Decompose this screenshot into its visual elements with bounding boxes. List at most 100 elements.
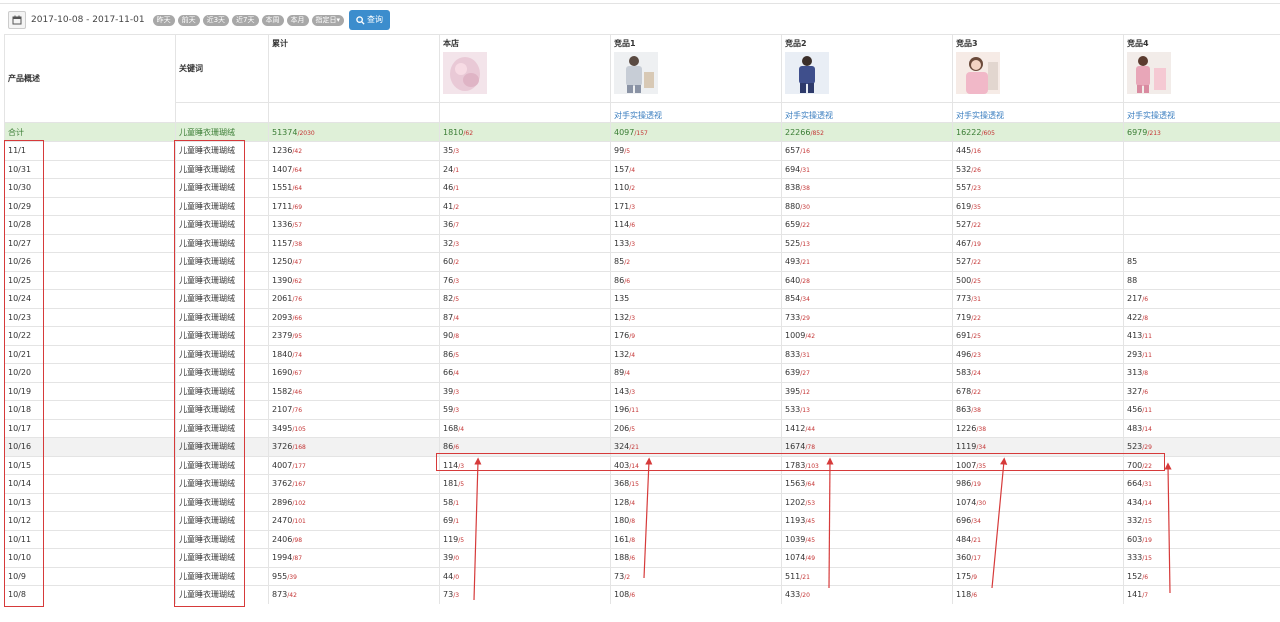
cell-subvalue: /87 bbox=[292, 555, 303, 563]
cell-value: 1202 bbox=[785, 497, 806, 507]
competitor-2-analysis-link[interactable]: 对手实操透视 bbox=[785, 111, 833, 120]
cell-value: 1711 bbox=[272, 201, 293, 211]
cell-subvalue: /21 bbox=[800, 259, 810, 267]
cell-value: 87 bbox=[443, 312, 454, 322]
cell-value: 135 bbox=[614, 294, 630, 304]
cell-subvalue: /6 bbox=[971, 592, 978, 600]
table-row: 10/24 儿童睡衣珊瑚绒 2061/76 82/5 135 854/34 773/31 21… bbox=[4, 289, 1280, 308]
cell-value: 85 bbox=[1127, 257, 1138, 267]
cell-value: 114 bbox=[614, 220, 630, 230]
row-cell: 87/4 bbox=[439, 307, 611, 327]
row-cell: 1119/34 bbox=[952, 437, 1124, 456]
cell-value: 1783 bbox=[785, 460, 806, 470]
row-cell: 110/2 bbox=[610, 178, 782, 197]
competitor-4-thumbnail[interactable] bbox=[1127, 52, 1171, 94]
row-cell: 2107/76 bbox=[268, 400, 440, 419]
row-cell: 1390/62 bbox=[268, 270, 440, 290]
quick-button-this-week[interactable]: 本周 bbox=[261, 14, 284, 26]
cell-value: 82 bbox=[443, 294, 454, 304]
cell-value: 73 bbox=[614, 571, 625, 581]
cell-value: 119 bbox=[443, 534, 459, 544]
quick-button-yesterday[interactable]: 昨天 bbox=[152, 14, 175, 26]
cell-subvalue: /8 bbox=[629, 536, 636, 544]
cell-value: 1007 bbox=[956, 460, 977, 470]
cell-subvalue: /1 bbox=[453, 185, 460, 193]
cell-subvalue: /4 bbox=[453, 370, 460, 378]
table-row: 11/1 儿童睡衣珊瑚绒 1236/42 35/3 99/5 657/16 445/16 bbox=[4, 141, 1280, 160]
cell-subvalue: /26 bbox=[971, 166, 981, 174]
cell-value: 132 bbox=[614, 312, 630, 322]
competitor-4-analysis-link[interactable]: 对手实操透视 bbox=[1127, 111, 1175, 120]
cell-subvalue: /7 bbox=[453, 222, 460, 230]
cell-subvalue: /38 bbox=[800, 185, 810, 193]
row-date: 11/1 bbox=[4, 141, 176, 160]
row-cell: 4007/177 bbox=[268, 455, 440, 475]
row-cell: 1236/42 bbox=[268, 141, 440, 160]
cell-value: 484 bbox=[956, 534, 972, 544]
cell-subvalue: /19 bbox=[1142, 536, 1152, 544]
table-body: 产品概述 关键词 累计 本店 竞品1 竞品2 竞品3 竞品4 对手实操透视 对手… bbox=[4, 34, 1280, 604]
row-cell: 99/5 bbox=[610, 141, 782, 160]
cell-subvalue: /6 bbox=[1142, 388, 1149, 396]
competitor-3-analysis-link[interactable]: 对手实操透视 bbox=[956, 111, 1004, 120]
cell-value: 86 bbox=[443, 349, 454, 359]
row-cell: 132/3 bbox=[610, 307, 782, 327]
cell-subvalue: /3 bbox=[453, 240, 460, 248]
cell-subvalue: /16 bbox=[800, 148, 810, 156]
cell-subvalue: /0 bbox=[453, 573, 460, 581]
quick-button-7-days[interactable]: 近7天 bbox=[232, 14, 259, 26]
row-cell: 69/1 bbox=[439, 511, 611, 530]
cell-subvalue: /15 bbox=[1142, 555, 1152, 563]
row-cell: 986/19 bbox=[952, 474, 1124, 493]
row-cell: 496/23 bbox=[952, 344, 1124, 364]
row-cell: 3762/167 bbox=[268, 474, 440, 493]
cell-value: 143 bbox=[614, 386, 630, 396]
cell-value: 69 bbox=[443, 516, 454, 526]
row-cell: 1074/49 bbox=[781, 548, 953, 567]
date-range-input[interactable]: 2017-10-08 - 2017-11-01 bbox=[31, 15, 145, 25]
quick-button-custom-date[interactable]: 指定日▾ bbox=[311, 14, 345, 26]
cell-value: 639 bbox=[785, 368, 801, 378]
cell-subvalue: /0 bbox=[453, 555, 460, 563]
cell-value: 293 bbox=[1127, 349, 1143, 359]
competitor-3-thumbnail[interactable] bbox=[956, 52, 1000, 94]
cell-subvalue: /28 bbox=[800, 277, 810, 285]
row-date: 10/11 bbox=[4, 529, 176, 549]
cell-value: 1119 bbox=[956, 442, 977, 452]
row-date: 10/16 bbox=[4, 437, 176, 456]
cell-subvalue: /168 bbox=[292, 444, 306, 452]
row-cell: 196/11 bbox=[610, 400, 782, 419]
total-value: 6979 bbox=[1127, 127, 1148, 137]
total-subvalue: /213 bbox=[1147, 129, 1161, 137]
calendar-button[interactable] bbox=[8, 11, 26, 29]
row-keyword: 儿童睡衣珊瑚绒 bbox=[175, 363, 269, 382]
row-cell: 2470/101 bbox=[268, 511, 440, 530]
cell-subvalue: /66 bbox=[292, 314, 303, 322]
cell-subvalue: /38 bbox=[976, 425, 987, 433]
competitor-2-thumbnail[interactable] bbox=[785, 52, 829, 94]
cell-subvalue: /5 bbox=[458, 536, 465, 544]
header-competitor-2: 竞品2 bbox=[781, 34, 953, 103]
cell-subvalue: /23 bbox=[971, 185, 981, 193]
cell-value: 456 bbox=[1127, 405, 1143, 415]
row-date: 10/29 bbox=[4, 196, 176, 216]
competitor-1-thumbnail[interactable] bbox=[614, 52, 658, 94]
row-cell: 171/3 bbox=[610, 196, 782, 216]
cell-subvalue: /67 bbox=[292, 370, 303, 378]
row-cell: 2896/102 bbox=[268, 492, 440, 512]
row-cell: 1690/67 bbox=[268, 363, 440, 382]
query-button[interactable]: 查询 bbox=[349, 10, 391, 30]
row-cell: 2061/76 bbox=[268, 289, 440, 308]
total-cell: 22266/852 bbox=[781, 122, 953, 142]
cell-subvalue: /19 bbox=[971, 481, 981, 489]
quick-button-day-before[interactable]: 前天 bbox=[177, 14, 200, 26]
cell-value: 133 bbox=[614, 238, 630, 248]
store-product-thumbnail[interactable] bbox=[443, 52, 487, 94]
competitor-1-analysis-link[interactable]: 对手实操透视 bbox=[614, 111, 662, 120]
cell-subvalue: /23 bbox=[971, 351, 981, 359]
cell-subvalue: /8 bbox=[1142, 314, 1149, 322]
quick-button-this-month[interactable]: 本月 bbox=[286, 14, 309, 26]
cell-value: 527 bbox=[956, 220, 972, 230]
quick-button-3-days[interactable]: 近3天 bbox=[202, 14, 230, 26]
cell-subvalue: /3 bbox=[453, 407, 460, 415]
